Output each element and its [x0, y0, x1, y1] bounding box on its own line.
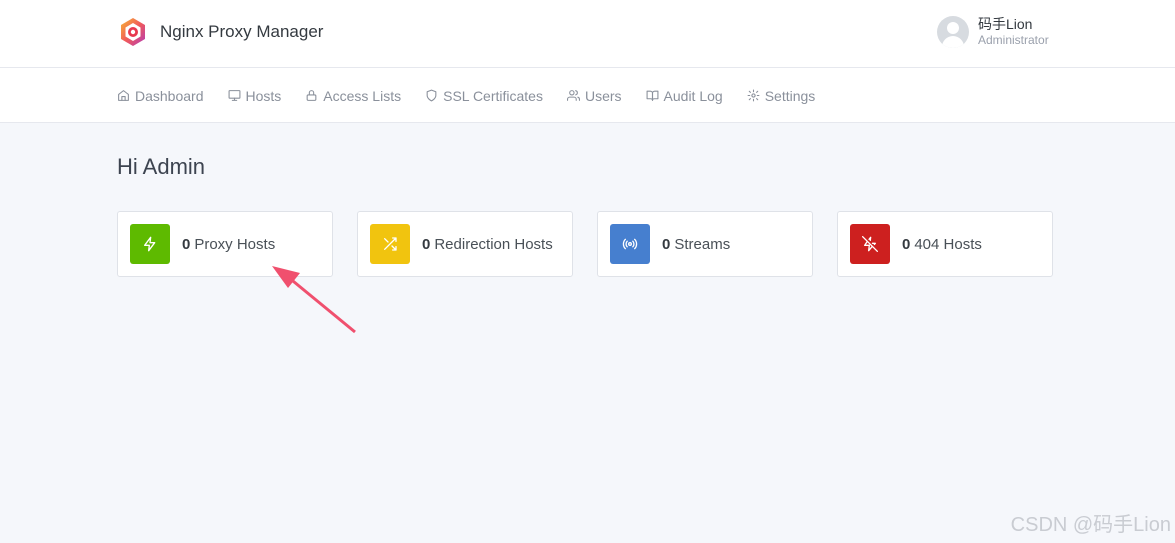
annotation-arrow: [272, 266, 356, 334]
watermark: CSDN @码手Lion: [1010, 514, 1171, 536]
